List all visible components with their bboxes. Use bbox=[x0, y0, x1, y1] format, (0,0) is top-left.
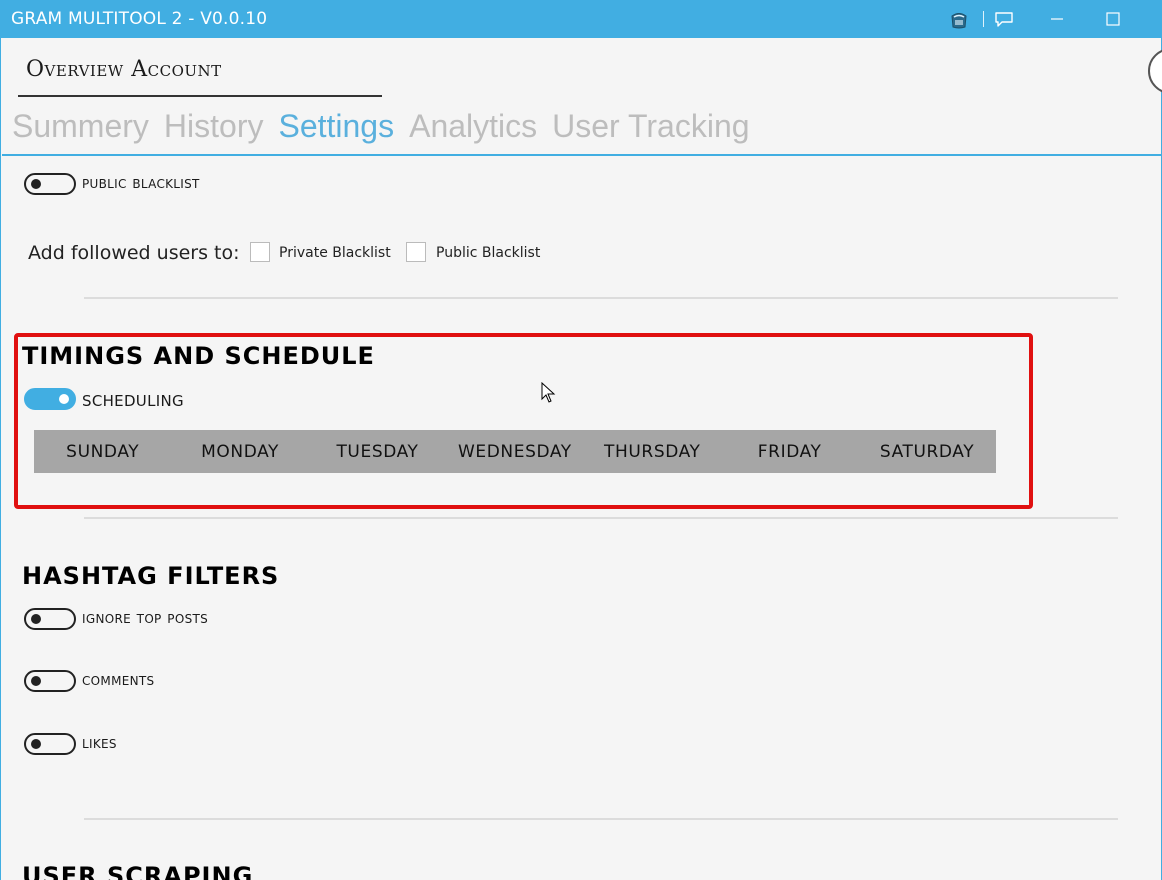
ignore-top-posts-toggle[interactable] bbox=[24, 608, 76, 630]
titlebar-separator bbox=[983, 11, 984, 27]
toggle-knob bbox=[59, 394, 69, 404]
tab-summery[interactable]: Summery bbox=[12, 108, 149, 152]
private-blacklist-checkbox[interactable] bbox=[250, 242, 270, 262]
circle-button[interactable] bbox=[1148, 48, 1162, 94]
comments-toggle[interactable] bbox=[24, 670, 76, 692]
title-bar: GRAM MULTITOOL 2 - V0.0.10 bbox=[0, 0, 1162, 38]
tab-analytics[interactable]: Analytics bbox=[409, 108, 537, 152]
app-window: GRAM MULTITOOL 2 - V0.0.10 Overview Acco… bbox=[0, 0, 1162, 880]
day-sunday[interactable]: SUNDAY bbox=[34, 442, 171, 462]
section-divider bbox=[84, 517, 1118, 519]
day-thursday[interactable]: THURSDAY bbox=[584, 442, 721, 462]
day-tuesday[interactable]: TUESDAY bbox=[309, 442, 446, 462]
tab-bar-underline bbox=[2, 154, 1162, 156]
days-bar: SUNDAY MONDAY TUESDAY WEDNESDAY THURSDAY… bbox=[34, 430, 996, 473]
timings-section-title: TIMINGS AND SCHEDULE bbox=[22, 342, 375, 370]
user-scraping-section-title: USER SCRAPING bbox=[22, 862, 254, 880]
day-wednesday[interactable]: WEDNESDAY bbox=[446, 442, 583, 462]
page-title: Overview Account bbox=[26, 57, 222, 82]
public-blacklist-toggle[interactable] bbox=[24, 173, 76, 195]
scheduling-label: SCHEDULING bbox=[82, 392, 184, 410]
toggle-knob bbox=[31, 676, 41, 686]
tab-history[interactable]: History bbox=[164, 108, 264, 152]
ignore-top-posts-label: ignore top posts bbox=[82, 608, 209, 628]
likes-toggle[interactable] bbox=[24, 733, 76, 755]
public-blacklist-checkbox[interactable] bbox=[406, 242, 426, 262]
section-divider bbox=[84, 818, 1118, 820]
window-title: GRAM MULTITOOL 2 - V0.0.10 bbox=[11, 9, 268, 29]
section-divider bbox=[84, 297, 1118, 299]
scheduling-toggle[interactable] bbox=[24, 388, 76, 410]
mouse-cursor-icon bbox=[541, 382, 556, 403]
day-saturday[interactable]: SATURDAY bbox=[858, 442, 995, 462]
toggle-knob bbox=[31, 739, 41, 749]
toggle-knob bbox=[31, 179, 41, 189]
likes-label: likes bbox=[82, 733, 117, 753]
public-blacklist-label: public blacklist bbox=[82, 173, 200, 193]
minimize-icon[interactable] bbox=[1046, 8, 1068, 30]
hashtag-section-title: HASHTAG FILTERS bbox=[22, 562, 280, 590]
title-underline bbox=[18, 95, 382, 97]
public-blacklist-checkbox-label: Public Blacklist bbox=[436, 245, 541, 261]
toggle-knob bbox=[31, 614, 41, 624]
tab-settings[interactable]: Settings bbox=[278, 108, 394, 152]
tab-bar: Summery History Settings Analytics User … bbox=[12, 108, 750, 152]
private-blacklist-checkbox-label: Private Blacklist bbox=[279, 245, 391, 261]
tab-user-tracking[interactable]: User Tracking bbox=[552, 108, 749, 152]
comments-label: comments bbox=[82, 670, 155, 690]
window-border-left bbox=[0, 38, 1, 880]
day-monday[interactable]: MONDAY bbox=[171, 442, 308, 462]
paint-bucket-icon[interactable] bbox=[948, 8, 970, 30]
maximize-icon[interactable] bbox=[1102, 8, 1124, 30]
chat-bubble-icon[interactable] bbox=[993, 8, 1015, 30]
add-followed-label: Add followed users to: bbox=[28, 242, 240, 264]
day-friday[interactable]: FRIDAY bbox=[721, 442, 858, 462]
